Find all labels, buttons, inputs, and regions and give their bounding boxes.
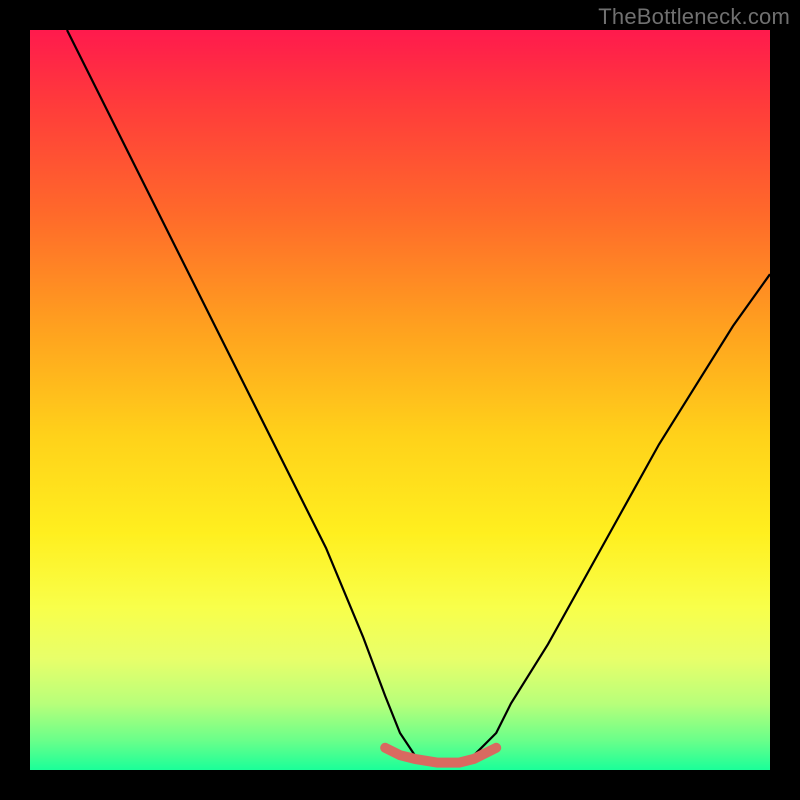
chart-frame: TheBottleneck.com bbox=[0, 0, 800, 800]
curve-svg bbox=[30, 30, 770, 770]
watermark-text: TheBottleneck.com bbox=[598, 4, 790, 30]
bottleneck-curve bbox=[67, 30, 770, 763]
plot-area bbox=[30, 30, 770, 770]
